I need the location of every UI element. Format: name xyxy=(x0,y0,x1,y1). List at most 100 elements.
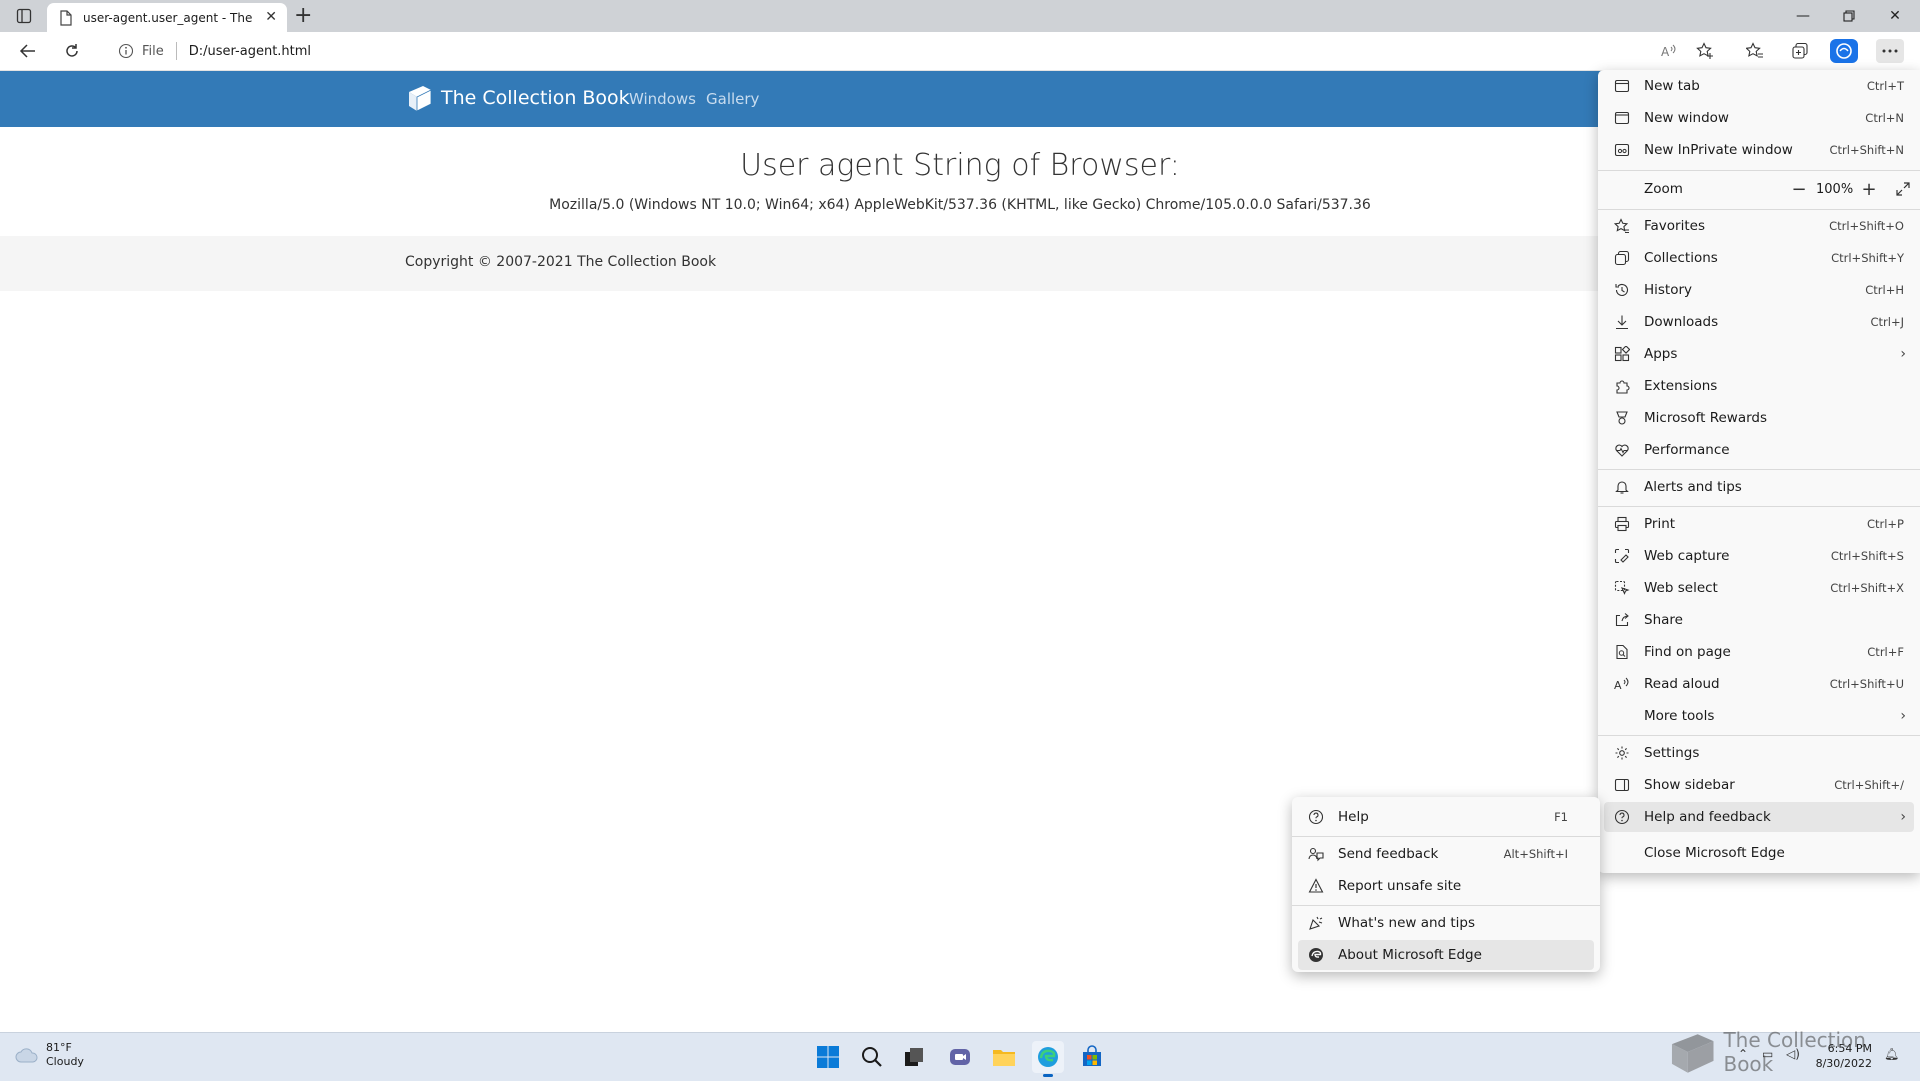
favorites-icon xyxy=(1612,216,1632,236)
submenu-item-whats-new[interactable]: What's new and tips xyxy=(1298,908,1594,938)
menu-item-help-feedback[interactable]: Help and feedback › xyxy=(1604,802,1914,832)
info-icon[interactable] xyxy=(118,43,134,59)
read-aloud-icon[interactable]: A xyxy=(1655,39,1683,63)
tab-actions-icon[interactable] xyxy=(12,6,36,26)
menu-item-history[interactable]: History Ctrl+H xyxy=(1604,275,1914,305)
address-bar[interactable]: File D:/user-agent.html xyxy=(106,36,1676,66)
menu-item-apps[interactable]: Apps › xyxy=(1604,339,1914,369)
menu-item-web-select[interactable]: Web select Ctrl+Shift+X xyxy=(1604,573,1914,603)
menu-item-close-edge[interactable]: Close Microsoft Edge xyxy=(1604,838,1914,868)
read-aloud-icon: A xyxy=(1612,674,1632,694)
submenu-item-report-unsafe[interactable]: Report unsafe site xyxy=(1298,871,1594,901)
menu-item-downloads[interactable]: Downloads Ctrl+J xyxy=(1604,307,1914,337)
zoom-value: 100% xyxy=(1816,181,1854,197)
browser-essentials-icon[interactable] xyxy=(1830,39,1858,63)
edge-settings-menu: New tab Ctrl+T New window Ctrl+N New InP… xyxy=(1598,70,1920,873)
menu-item-alerts[interactable]: Alerts and tips xyxy=(1604,472,1914,502)
zoom-out-button[interactable]: − xyxy=(1782,174,1816,204)
menu-item-find[interactable]: Find on page Ctrl+F xyxy=(1604,637,1914,667)
footer-copyright: Copyright © 2007-2021 The Collection Boo… xyxy=(405,254,717,270)
favorites-icon[interactable] xyxy=(1741,39,1769,63)
bell-icon xyxy=(1612,477,1632,497)
weather-widget[interactable]: 81°F Cloudy xyxy=(14,1041,84,1069)
windows-taskbar: 81°F Cloudy ⌃ ▭ ◁) 6:54 PM 8/30/2022 🔔︎ xyxy=(0,1032,1920,1081)
restore-icon[interactable] xyxy=(1826,0,1872,32)
submenu-item-about[interactable]: About Microsoft Edge xyxy=(1298,940,1594,970)
new-tab-icon[interactable]: + xyxy=(294,4,312,28)
menu-item-rewards[interactable]: Microsoft Rewards xyxy=(1604,403,1914,433)
menu-item-show-sidebar[interactable]: Show sidebar Ctrl+Shift+/ xyxy=(1604,770,1914,800)
address-url[interactable]: D:/user-agent.html xyxy=(189,44,311,59)
back-icon[interactable] xyxy=(14,39,42,63)
rewards-icon xyxy=(1612,408,1632,428)
menu-item-collections[interactable]: Collections Ctrl+Shift+Y xyxy=(1604,243,1914,273)
history-icon xyxy=(1612,280,1632,300)
chevron-right-icon: › xyxy=(1900,809,1906,825)
menu-item-more-tools[interactable]: More tools › xyxy=(1604,701,1914,731)
menu-item-print[interactable]: Print Ctrl+P xyxy=(1604,509,1914,539)
add-favorite-icon[interactable] xyxy=(1691,39,1719,63)
menu-divider xyxy=(1598,735,1920,736)
menu-item-performance[interactable]: Performance xyxy=(1604,435,1914,465)
settings-more-icon[interactable] xyxy=(1876,39,1904,63)
help-feedback-submenu: Help F1 Send feedback Alt+Shift+I Report… xyxy=(1292,797,1600,972)
menu-item-favorites[interactable]: Favorites Ctrl+Shift+O xyxy=(1604,211,1914,241)
menu-item-settings[interactable]: Settings xyxy=(1604,738,1914,768)
menu-item-extensions[interactable]: Extensions xyxy=(1604,371,1914,401)
menu-item-new-inprivate[interactable]: New InPrivate window Ctrl+Shift+N xyxy=(1604,135,1914,165)
download-icon xyxy=(1612,312,1632,332)
menu-item-zoom: Zoom − 100% + xyxy=(1604,174,1920,204)
close-window-icon[interactable]: ✕ xyxy=(1872,0,1918,32)
tab-strip: user-agent.user_agent - The Coll ✕ + — ✕ xyxy=(0,0,1920,32)
menu-item-share[interactable]: Share xyxy=(1604,605,1914,635)
chevron-right-icon: › xyxy=(1900,708,1906,724)
task-view-icon[interactable] xyxy=(898,1041,930,1073)
menu-divider xyxy=(1598,209,1920,210)
menu-divider xyxy=(1598,469,1920,470)
edge-logo-icon xyxy=(1306,945,1326,965)
find-icon xyxy=(1612,642,1632,662)
nav-link-gallery[interactable]: Gallery xyxy=(706,90,759,108)
apps-icon xyxy=(1612,344,1632,364)
search-icon[interactable] xyxy=(856,1041,888,1073)
zoom-in-button[interactable]: + xyxy=(1852,174,1886,204)
site-brand[interactable]: The Collection Book xyxy=(405,84,630,112)
start-icon[interactable] xyxy=(812,1041,844,1073)
svg-text:A: A xyxy=(1614,679,1622,692)
fullscreen-icon[interactable] xyxy=(1886,174,1920,204)
feedback-icon xyxy=(1306,844,1326,864)
menu-divider xyxy=(1598,170,1920,171)
tab-close-icon[interactable]: ✕ xyxy=(265,9,277,25)
watermark: The Collection Book xyxy=(1668,1028,1920,1076)
inprivate-icon xyxy=(1612,140,1632,160)
new-tab-icon xyxy=(1612,76,1632,96)
submenu-item-send-feedback[interactable]: Send feedback Alt+Shift+I xyxy=(1298,839,1594,869)
performance-icon xyxy=(1612,440,1632,460)
browser-tab[interactable]: user-agent.user_agent - The Coll ✕ xyxy=(47,3,287,32)
collections-icon xyxy=(1612,248,1632,268)
teams-chat-icon[interactable] xyxy=(944,1041,976,1073)
store-icon[interactable] xyxy=(1076,1041,1108,1073)
gear-icon xyxy=(1612,743,1632,763)
refresh-icon[interactable] xyxy=(58,39,86,63)
minimize-icon[interactable]: — xyxy=(1780,0,1826,32)
file-explorer-icon[interactable] xyxy=(988,1041,1020,1073)
submenu-item-help[interactable]: Help F1 xyxy=(1298,802,1594,832)
sidebar-icon xyxy=(1612,775,1632,795)
weather-temp: 81°F xyxy=(46,1041,72,1054)
active-indicator xyxy=(1043,1074,1053,1077)
menu-item-read-aloud[interactable]: A Read aloud Ctrl+Shift+U xyxy=(1604,669,1914,699)
share-icon xyxy=(1612,610,1632,630)
extensions-icon xyxy=(1612,376,1632,396)
book-logo-icon xyxy=(409,86,432,112)
file-icon xyxy=(59,9,73,26)
menu-divider xyxy=(1292,836,1600,837)
edge-taskbar-icon[interactable] xyxy=(1032,1041,1064,1077)
menu-item-new-tab[interactable]: New tab Ctrl+T xyxy=(1604,71,1914,101)
nav-link-windows[interactable]: Windows xyxy=(629,90,696,108)
menu-divider xyxy=(1598,506,1920,507)
menu-item-new-window[interactable]: New window Ctrl+N xyxy=(1604,103,1914,133)
menu-item-web-capture[interactable]: Web capture Ctrl+Shift+S xyxy=(1604,541,1914,571)
collections-icon[interactable] xyxy=(1786,39,1814,63)
new-window-icon xyxy=(1612,108,1632,128)
